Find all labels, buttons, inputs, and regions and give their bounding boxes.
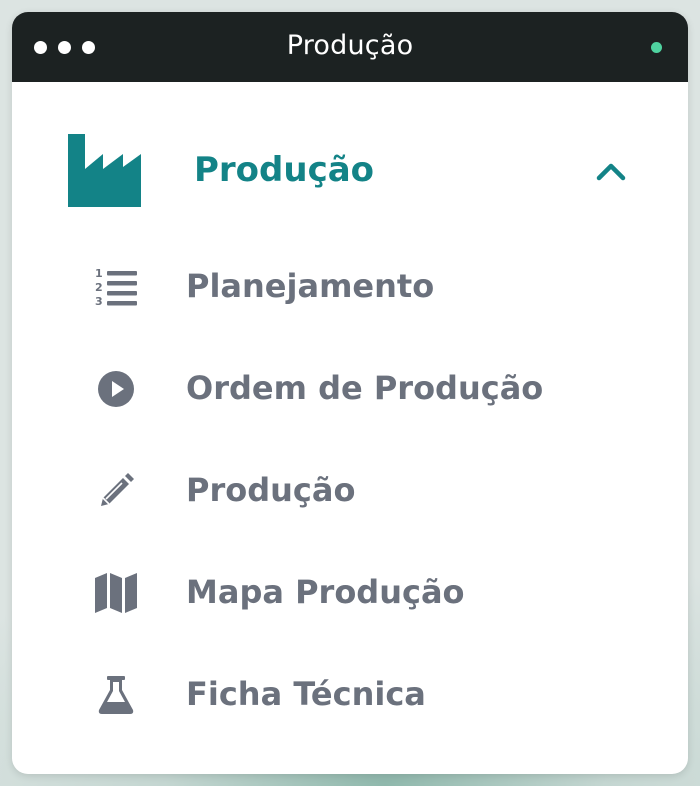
play-circle-icon (92, 367, 140, 411)
svg-text:2: 2 (95, 281, 103, 294)
title-bar: Produção (12, 12, 688, 82)
menu-header-producao[interactable]: Produção (12, 132, 688, 208)
menu-item-planejamento[interactable]: 1 2 3 Planejamento (12, 257, 688, 317)
menu-item-label: Produção (186, 471, 356, 509)
svg-text:1: 1 (95, 267, 103, 280)
menu-item-mapa-producao[interactable]: Mapa Produção (12, 563, 688, 623)
menu-item-ordem-de-producao[interactable]: Ordem de Produção (12, 359, 688, 419)
chevron-up-icon[interactable] (593, 154, 629, 190)
factory-icon (68, 134, 141, 207)
map-icon (92, 571, 140, 615)
menu-item-label: Ordem de Produção (186, 369, 544, 407)
pencil-icon (92, 469, 140, 513)
numbered-list-icon: 1 2 3 (92, 265, 140, 309)
flask-icon (92, 673, 140, 717)
menu-item-label: Planejamento (186, 267, 435, 305)
menu-item-producao[interactable]: Produção (12, 461, 688, 521)
menu-item-label: Mapa Produção (186, 573, 465, 611)
app-window: Produção Produção 1 2 3 Planejamento Ord… (12, 12, 688, 774)
menu-header-label: Produção (194, 150, 375, 190)
svg-text:3: 3 (95, 295, 103, 308)
menu-item-ficha-tecnica[interactable]: Ficha Técnica (12, 665, 688, 725)
menu-item-label: Ficha Técnica (186, 675, 426, 713)
status-indicator (651, 42, 662, 53)
window-title: Produção (286, 30, 414, 61)
